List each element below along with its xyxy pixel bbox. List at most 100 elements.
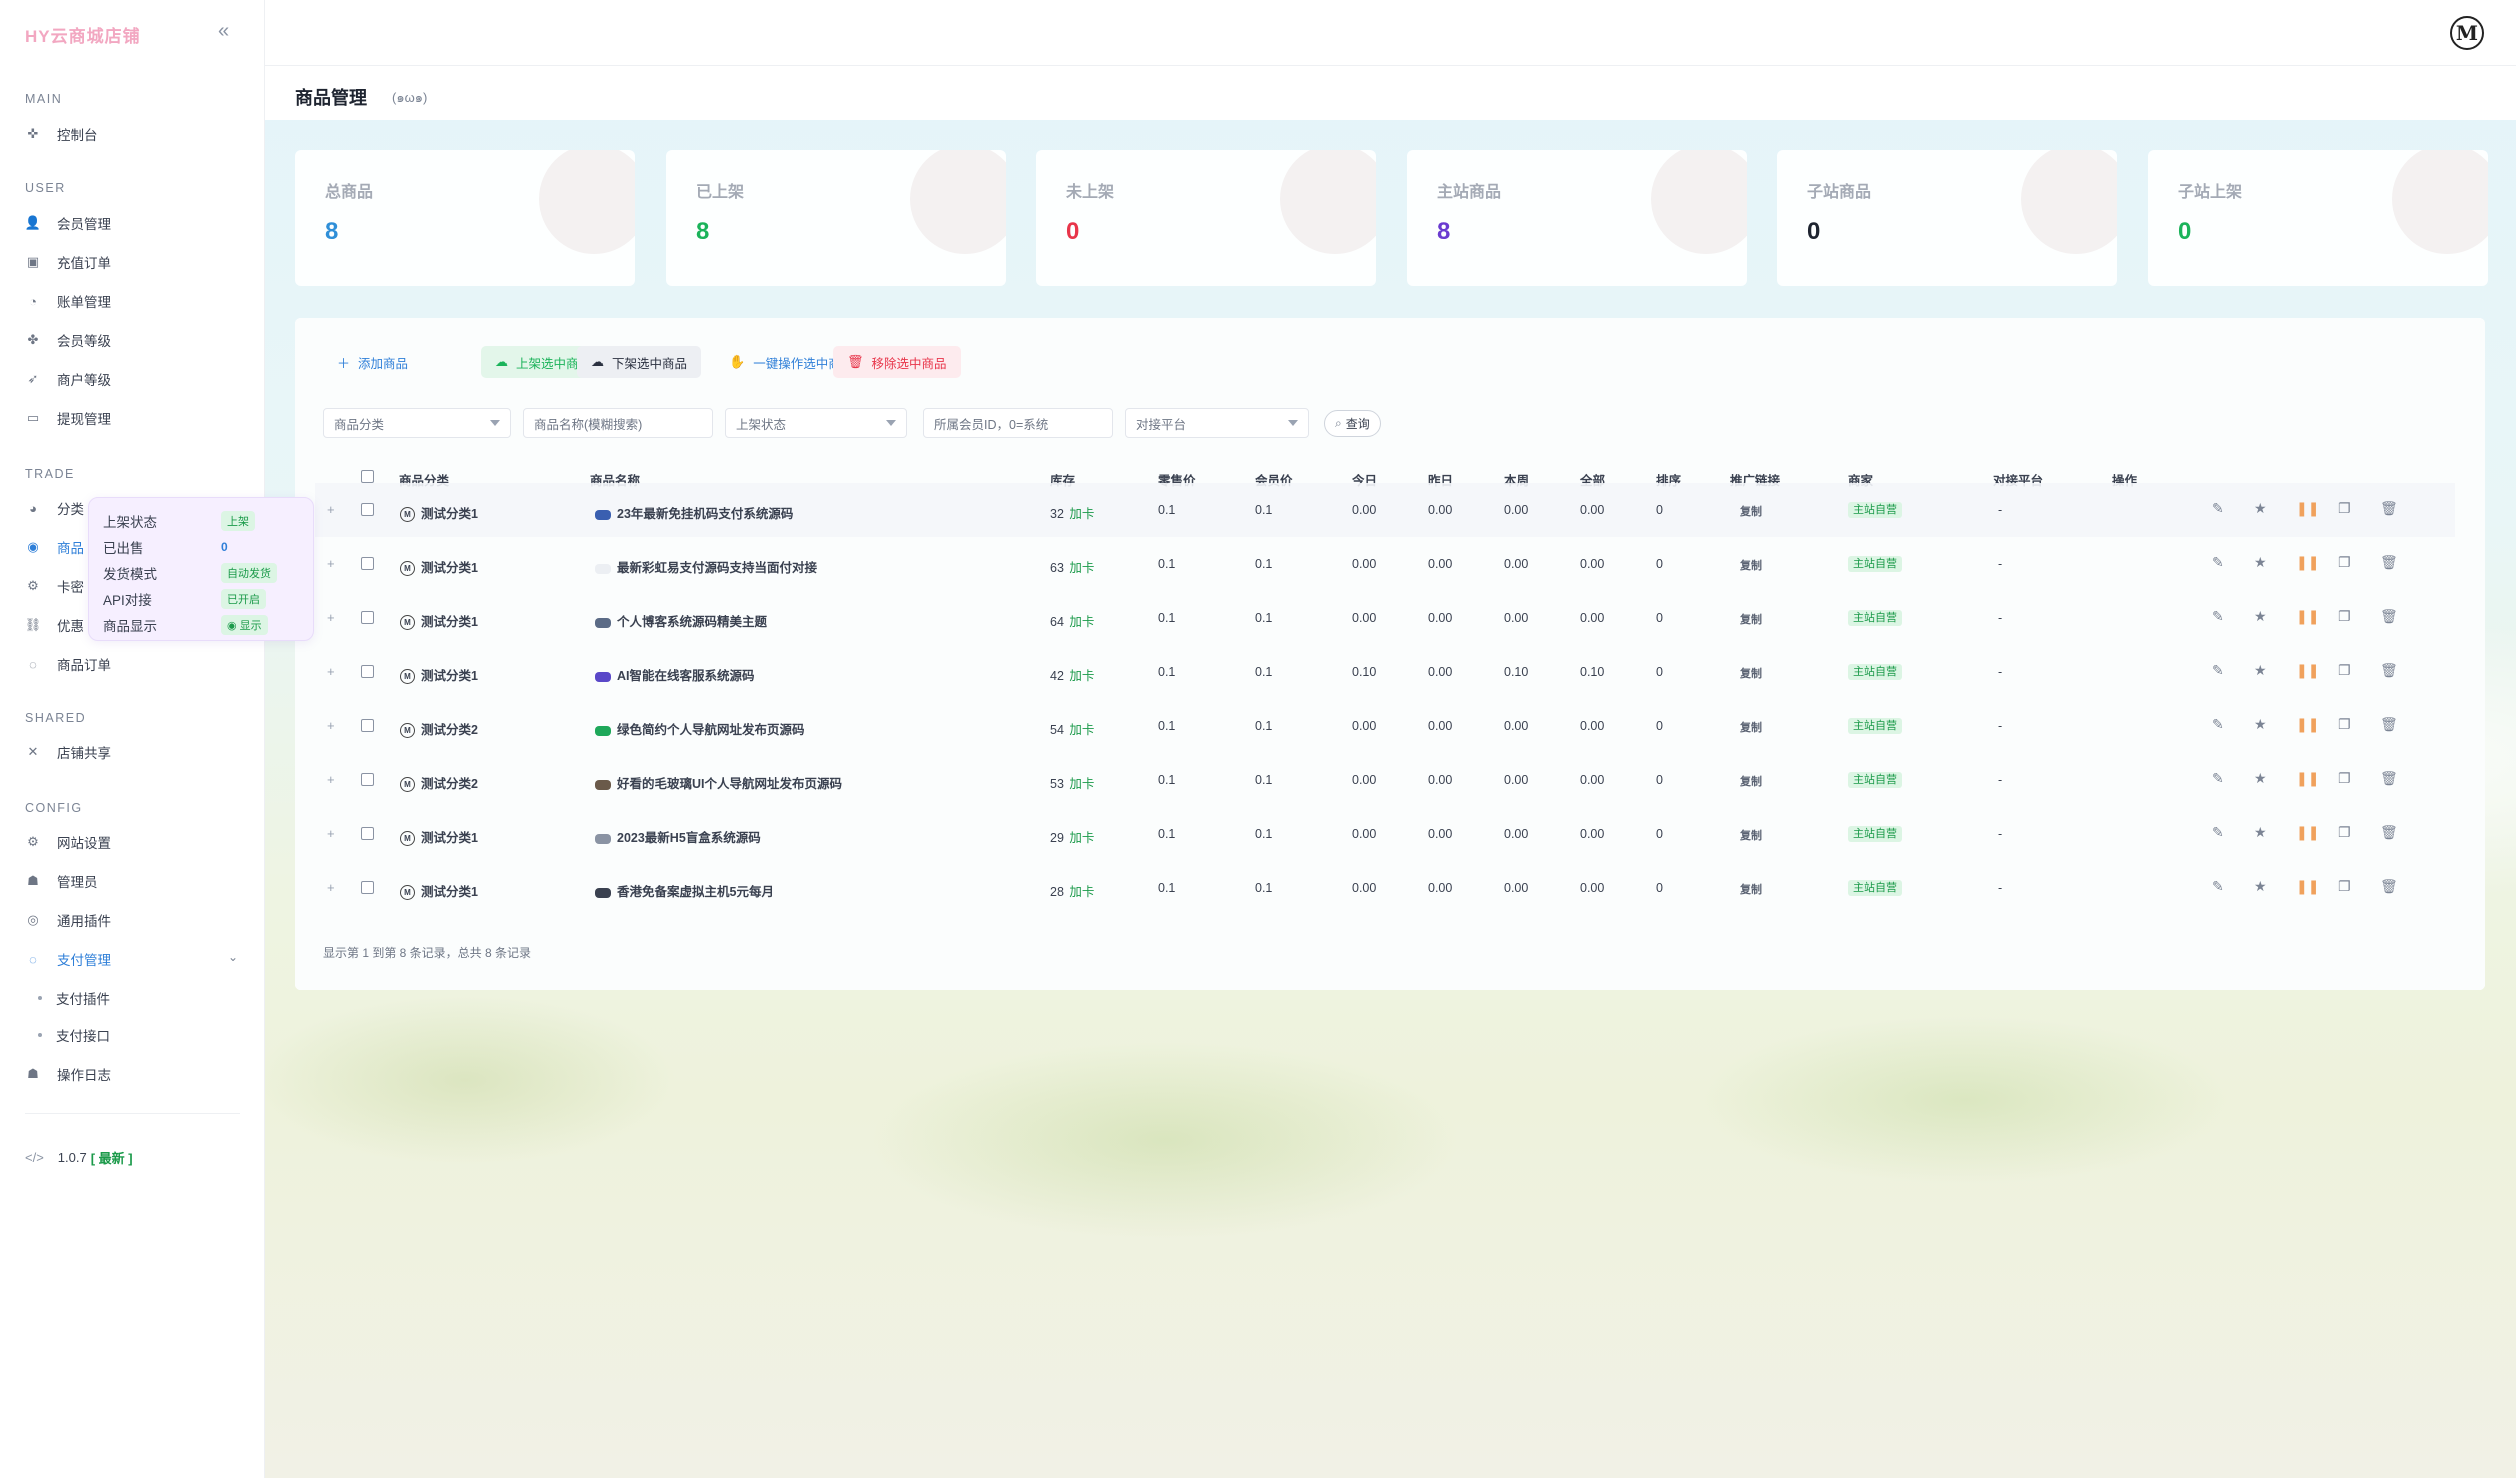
- sidebar-item-op-log[interactable]: ☗ 操作日志: [25, 1060, 111, 1088]
- copy-icon[interactable]: ❐: [2338, 878, 2380, 895]
- add-stock-link[interactable]: 加卡: [1069, 669, 1094, 683]
- edit-icon[interactable]: ✎: [2212, 500, 2254, 517]
- sidebar-item-members[interactable]: 👤 会员管理: [25, 209, 111, 237]
- query-button[interactable]: ⌕ 查询: [1324, 410, 1381, 437]
- table-row[interactable]: + M 测试分类1 23年最新免挂机码支付系统源码 32 加卡 0.1 0.1 0.00 0.0…: [315, 483, 2455, 537]
- name-cell[interactable]: 个人博客系统源码精美主题: [595, 611, 767, 630]
- name-cell[interactable]: 最新彩虹易支付源码支持当面付对接: [595, 557, 817, 576]
- m-logo-icon[interactable]: M: [2450, 16, 2484, 50]
- row-checkbox[interactable]: [361, 773, 374, 786]
- edit-icon[interactable]: ✎: [2212, 716, 2254, 733]
- copy-icon[interactable]: ❐: [2338, 662, 2380, 679]
- sidebar-item-member-level[interactable]: ✤ 会员等级: [25, 326, 111, 354]
- row-checkbox[interactable]: [361, 611, 374, 624]
- copy-icon[interactable]: ❐: [2338, 770, 2380, 787]
- name-cell[interactable]: 23年最新免挂机码支付系统源码: [595, 503, 793, 522]
- remove-selected-button[interactable]: 🗑 移除选中商品: [833, 346, 961, 378]
- expand-icon[interactable]: +: [327, 772, 335, 787]
- name-cell[interactable]: 2023最新H5盲盒系统源码: [595, 827, 761, 846]
- row-checkbox[interactable]: [361, 665, 374, 678]
- pause-icon[interactable]: ❚❚: [2296, 770, 2338, 787]
- table-row[interactable]: + M 测试分类2 好看的毛玻璃UI个人导航网址发布页源码 53 加卡 0.1 0.1 0.0…: [315, 753, 2455, 807]
- edit-icon[interactable]: ✎: [2212, 770, 2254, 787]
- pause-icon[interactable]: ❚❚: [2296, 662, 2338, 679]
- sidebar-item-merchant-level[interactable]: ➶ 商户等级: [25, 365, 111, 393]
- add-stock-link[interactable]: 加卡: [1069, 777, 1094, 791]
- sidebar-item-site-settings[interactable]: ⚙ 网站设置: [25, 828, 111, 856]
- copy-icon[interactable]: ❐: [2338, 716, 2380, 733]
- expand-icon[interactable]: +: [327, 610, 335, 625]
- sidebar-item-store-share[interactable]: ✕ 店铺共享: [25, 738, 111, 766]
- pause-icon[interactable]: ❚❚: [2296, 716, 2338, 733]
- star-icon[interactable]: ★: [2254, 662, 2296, 679]
- table-row[interactable]: + M 测试分类2 绿色简约个人导航网址发布页源码 54 加卡 0.1 0.1 0.00 0.0…: [315, 699, 2455, 753]
- sidebar-item-orders[interactable]: ◌ 商品订单: [25, 650, 111, 678]
- status-select[interactable]: 上架状态: [725, 408, 907, 438]
- table-row[interactable]: + M 测试分类1 2023最新H5盲盒系统源码 29 加卡 0.1 0.1 0.00 0.00…: [315, 807, 2455, 861]
- copy-link-button[interactable]: 复制: [1740, 827, 1762, 843]
- copy-icon[interactable]: ❐: [2338, 554, 2380, 571]
- trash-icon[interactable]: 🗑: [2380, 554, 2422, 571]
- star-icon[interactable]: ★: [2254, 824, 2296, 841]
- edit-icon[interactable]: ✎: [2212, 608, 2254, 625]
- add-stock-link[interactable]: 加卡: [1069, 615, 1094, 629]
- trash-icon[interactable]: 🗑: [2380, 824, 2422, 841]
- table-row[interactable]: + M 测试分类1 AI智能在线客服系统源码 42 加卡 0.1 0.1 0.10 0.00 0.…: [315, 645, 2455, 699]
- star-icon[interactable]: ★: [2254, 554, 2296, 571]
- sidebar-item-admins[interactable]: ☗ 管理员: [25, 867, 97, 895]
- sidebar-item-payment-api[interactable]: 支付接口: [38, 1021, 110, 1049]
- sidebar-item-coupons[interactable]: ⛓ 优惠: [25, 611, 84, 639]
- star-icon[interactable]: ★: [2254, 878, 2296, 895]
- star-icon[interactable]: ★: [2254, 500, 2296, 517]
- goods-name-input[interactable]: 商品名称(模糊搜索): [523, 408, 713, 438]
- copy-icon[interactable]: ❐: [2338, 608, 2380, 625]
- add-stock-link[interactable]: 加卡: [1069, 831, 1094, 845]
- row-checkbox[interactable]: [361, 827, 374, 840]
- edit-icon[interactable]: ✎: [2212, 824, 2254, 841]
- sidebar-item-bills[interactable]: ◔ 账单管理: [25, 287, 111, 315]
- copy-link-button[interactable]: 复制: [1740, 773, 1762, 789]
- add-stock-link[interactable]: 加卡: [1069, 885, 1094, 899]
- name-cell[interactable]: 好看的毛玻璃UI个人导航网址发布页源码: [595, 773, 842, 792]
- trash-icon[interactable]: 🗑: [2380, 770, 2422, 787]
- table-row[interactable]: + M 测试分类1 香港免备案虚拟主机5元每月 28 加卡 0.1 0.1 0.00 0.00 0…: [315, 861, 2455, 915]
- pause-icon[interactable]: ❚❚: [2296, 608, 2338, 625]
- member-id-input[interactable]: 所属会员ID，0=系统: [923, 408, 1113, 438]
- unlist-selected-button[interactable]: ☁ 下架选中商品: [577, 346, 702, 378]
- sidebar-item-recharge[interactable]: ▣ 充值订单: [25, 248, 111, 276]
- copy-icon[interactable]: ❐: [2338, 824, 2380, 841]
- category-select[interactable]: 商品分类: [323, 408, 511, 438]
- pause-icon[interactable]: ❚❚: [2296, 824, 2338, 841]
- sidebar-item-plugins[interactable]: ◎ 通用插件: [25, 906, 111, 934]
- row-checkbox[interactable]: [361, 557, 374, 570]
- sidebar-item-payment-plugins[interactable]: 支付插件: [38, 984, 110, 1012]
- trash-icon[interactable]: 🗑: [2380, 878, 2422, 895]
- trash-icon[interactable]: 🗑: [2380, 500, 2422, 517]
- name-cell[interactable]: 绿色简约个人导航网址发布页源码: [595, 719, 805, 738]
- copy-link-button[interactable]: 复制: [1740, 557, 1762, 573]
- star-icon[interactable]: ★: [2254, 608, 2296, 625]
- add-stock-link[interactable]: 加卡: [1069, 507, 1094, 521]
- copy-link-button[interactable]: 复制: [1740, 665, 1762, 681]
- row-checkbox[interactable]: [361, 719, 374, 732]
- name-cell[interactable]: AI智能在线客服系统源码: [595, 665, 755, 684]
- edit-icon[interactable]: ✎: [2212, 554, 2254, 571]
- copy-icon[interactable]: ❐: [2338, 500, 2380, 517]
- row-checkbox[interactable]: [361, 881, 374, 894]
- table-row[interactable]: + M 测试分类1 最新彩虹易支付源码支持当面付对接 63 加卡 0.1 0.1 0.00 0.…: [315, 537, 2455, 591]
- sidebar-item-goods[interactable]: ◉ 商品: [25, 533, 84, 561]
- add-stock-link[interactable]: 加卡: [1069, 561, 1094, 575]
- expand-icon[interactable]: +: [327, 664, 335, 679]
- expand-icon[interactable]: +: [327, 556, 335, 571]
- sidebar-item-withdraw[interactable]: ▭ 提现管理: [25, 404, 111, 432]
- pause-icon[interactable]: ❚❚: [2296, 878, 2338, 895]
- star-icon[interactable]: ★: [2254, 770, 2296, 787]
- double-chevron-left-icon[interactable]: «: [218, 20, 229, 43]
- expand-icon[interactable]: +: [327, 826, 335, 841]
- select-all-checkbox[interactable]: [361, 470, 374, 483]
- trash-icon[interactable]: 🗑: [2380, 662, 2422, 679]
- sidebar-item-payment[interactable]: ◌ 支付管理: [25, 945, 111, 973]
- table-row[interactable]: + M 测试分类1 个人博客系统源码精美主题 64 加卡 0.1 0.1 0.00 0.00 0.…: [315, 591, 2455, 645]
- expand-icon[interactable]: +: [327, 880, 335, 895]
- trash-icon[interactable]: 🗑: [2380, 716, 2422, 733]
